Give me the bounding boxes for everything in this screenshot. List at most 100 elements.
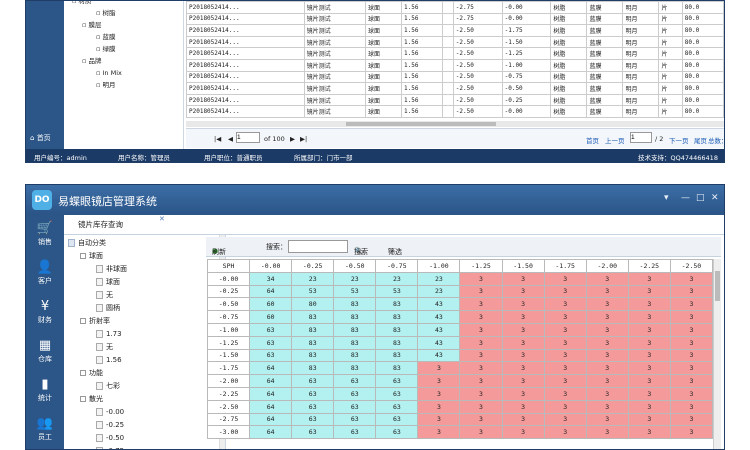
first-page-icon[interactable]: |◀ (214, 135, 221, 143)
stock-cell[interactable]: 3 (669, 335, 713, 350)
stock-cell[interactable]: 3 (627, 297, 671, 312)
page-number-input[interactable] (630, 132, 652, 143)
stock-cell[interactable]: 3 (417, 425, 461, 440)
column-header[interactable]: -1.25 (459, 259, 503, 273)
stock-cell[interactable]: 3 (627, 310, 671, 324)
table-row[interactable]: -0.50 60 80 83 83 43 3 3 3 3 3 3 (207, 297, 713, 312)
table-row[interactable]: P2018052414... 镜片测试 球面 1.56 -2.50 -1.00 树脂 蓝膜 明月… (186, 58, 724, 72)
nav-home[interactable]: ⌂ 首页 (30, 133, 51, 143)
stock-cell[interactable]: 3 (543, 310, 587, 324)
stock-cell[interactable]: 63 (291, 386, 335, 401)
tree-node[interactable]: ▫ 树脂 (96, 8, 115, 20)
stock-cell[interactable]: 63 (291, 374, 335, 388)
tree-node[interactable]: 折射率 (80, 315, 110, 328)
table-row[interactable]: -0.25 64 53 53 53 23 3 3 3 3 3 3 (207, 284, 713, 299)
stock-cell[interactable]: 3 (501, 348, 545, 363)
stock-cell[interactable]: 64 (249, 412, 293, 427)
column-header[interactable]: -0.50 (333, 259, 377, 273)
stock-cell[interactable]: 63 (375, 386, 419, 401)
stock-cell[interactable]: 3 (585, 374, 629, 388)
stock-cell[interactable]: 3 (417, 386, 461, 401)
stock-cell[interactable]: 3 (669, 361, 713, 376)
stock-cell[interactable]: 64 (249, 425, 293, 440)
tab-lens-stock[interactable]: 镜片库存查询 (78, 219, 123, 230)
table-row[interactable]: -2.50 64 63 63 63 3 3 3 3 3 3 3 (207, 399, 713, 414)
tree-node[interactable]: ▫ 绿膜 (96, 44, 115, 56)
stock-cell[interactable]: 63 (333, 412, 377, 427)
tab-close-icon[interactable]: ✕ (159, 215, 165, 223)
stock-cell[interactable]: 3 (459, 310, 503, 324)
stock-cell[interactable]: 3 (669, 386, 713, 401)
stock-cell[interactable]: 3 (459, 425, 503, 440)
stock-cell[interactable]: 3 (585, 412, 629, 427)
scroll-thumb[interactable] (346, 122, 496, 126)
stock-cell[interactable]: 3 (627, 399, 671, 414)
stock-cell[interactable]: 3 (543, 322, 587, 337)
stock-cell[interactable]: 83 (333, 348, 377, 363)
stock-cell[interactable]: 80 (291, 297, 335, 312)
stock-cell[interactable]: 3 (627, 374, 671, 388)
table-row[interactable]: P2018052414... 镜片测试 球面 1.56 -2.75 -0.00 树脂 蓝膜 明月… (186, 12, 724, 26)
stock-cell[interactable]: 3 (543, 335, 587, 350)
table-row[interactable]: -1.25 63 83 83 83 43 3 3 3 3 3 3 (207, 335, 713, 350)
tree-node[interactable]: ▫ In Mix (96, 68, 122, 80)
stock-cell[interactable]: 3 (501, 361, 545, 376)
stock-cell[interactable]: 64 (249, 374, 293, 388)
stock-cell[interactable]: 63 (249, 322, 293, 337)
stock-cell[interactable]: 3 (585, 310, 629, 324)
stock-cell[interactable]: 3 (585, 271, 629, 286)
stock-cell[interactable]: 3 (669, 322, 713, 337)
stock-cell[interactable]: 60 (249, 297, 293, 312)
stock-cell[interactable]: 64 (249, 361, 293, 376)
tree-node[interactable]: 非球面 (96, 263, 127, 276)
tree-node[interactable]: -0.75 (96, 445, 124, 449)
column-header[interactable]: -2.50 (669, 259, 713, 273)
stock-cell[interactable]: 3 (459, 399, 503, 414)
last-page-icon[interactable]: ▶| (300, 135, 307, 143)
nav-5[interactable]: 👥 员工 (26, 416, 64, 442)
stock-cell[interactable]: 3 (459, 348, 503, 363)
stock-cell[interactable]: 3 (543, 425, 587, 440)
stock-cell[interactable]: 43 (417, 335, 461, 350)
table-row[interactable]: -1.75 64 83 83 83 3 3 3 3 3 3 3 (207, 361, 713, 376)
stock-cell[interactable]: 3 (417, 412, 461, 427)
stock-cell[interactable]: 3 (669, 412, 713, 427)
stock-cell[interactable]: 3 (501, 297, 545, 312)
vertical-scrollbar[interactable] (713, 259, 721, 449)
stock-cell[interactable]: 63 (333, 425, 377, 440)
stock-cell[interactable]: 63 (249, 348, 293, 363)
scroll-thumb[interactable] (715, 271, 720, 301)
stock-cell[interactable]: 63 (333, 399, 377, 414)
stock-cell[interactable]: 64 (249, 386, 293, 401)
stock-cell[interactable]: 3 (417, 361, 461, 376)
table-row[interactable]: -2.75 64 63 63 63 3 3 3 3 3 3 3 (207, 412, 713, 427)
stock-cell[interactable]: 3 (627, 284, 671, 299)
stock-cell[interactable]: 3 (669, 399, 713, 414)
stock-cell[interactable]: 3 (585, 284, 629, 299)
stock-cell[interactable]: 23 (375, 271, 419, 286)
stock-cell[interactable]: 64 (249, 399, 293, 414)
stock-cell[interactable]: 83 (333, 310, 377, 324)
stock-cell[interactable]: 3 (669, 297, 713, 312)
stock-cell[interactable]: 3 (417, 374, 461, 388)
stock-cell[interactable]: 3 (501, 425, 545, 440)
stock-cell[interactable]: 63 (375, 425, 419, 440)
stock-cell[interactable]: 83 (333, 335, 377, 350)
stock-cell[interactable]: 3 (543, 284, 587, 299)
nav-2[interactable]: ¥ 财务 (26, 299, 64, 325)
stock-cell[interactable]: 3 (459, 271, 503, 286)
stock-cell[interactable]: 3 (585, 386, 629, 401)
stock-cell[interactable]: 63 (249, 335, 293, 350)
stock-cell[interactable]: 53 (291, 284, 335, 299)
table-row[interactable]: -0.00 34 23 23 23 23 3 3 3 3 3 3 (207, 271, 713, 286)
stock-cell[interactable]: 3 (669, 425, 713, 440)
column-header[interactable]: -0.75 (375, 259, 419, 273)
stock-cell[interactable]: 43 (417, 297, 461, 312)
stock-cell[interactable]: 3 (585, 297, 629, 312)
tree-node[interactable]: 圆柄 (96, 302, 120, 315)
stock-cell[interactable]: 3 (459, 361, 503, 376)
column-header[interactable]: -1.75 (543, 259, 587, 273)
table-row[interactable]: P2018052414... 镜片测试 球面 1.56 -2.50 -0.75 树脂 蓝膜 明月… (186, 70, 724, 84)
tree-node[interactable]: 无 (96, 289, 113, 302)
page-input[interactable] (236, 132, 260, 143)
